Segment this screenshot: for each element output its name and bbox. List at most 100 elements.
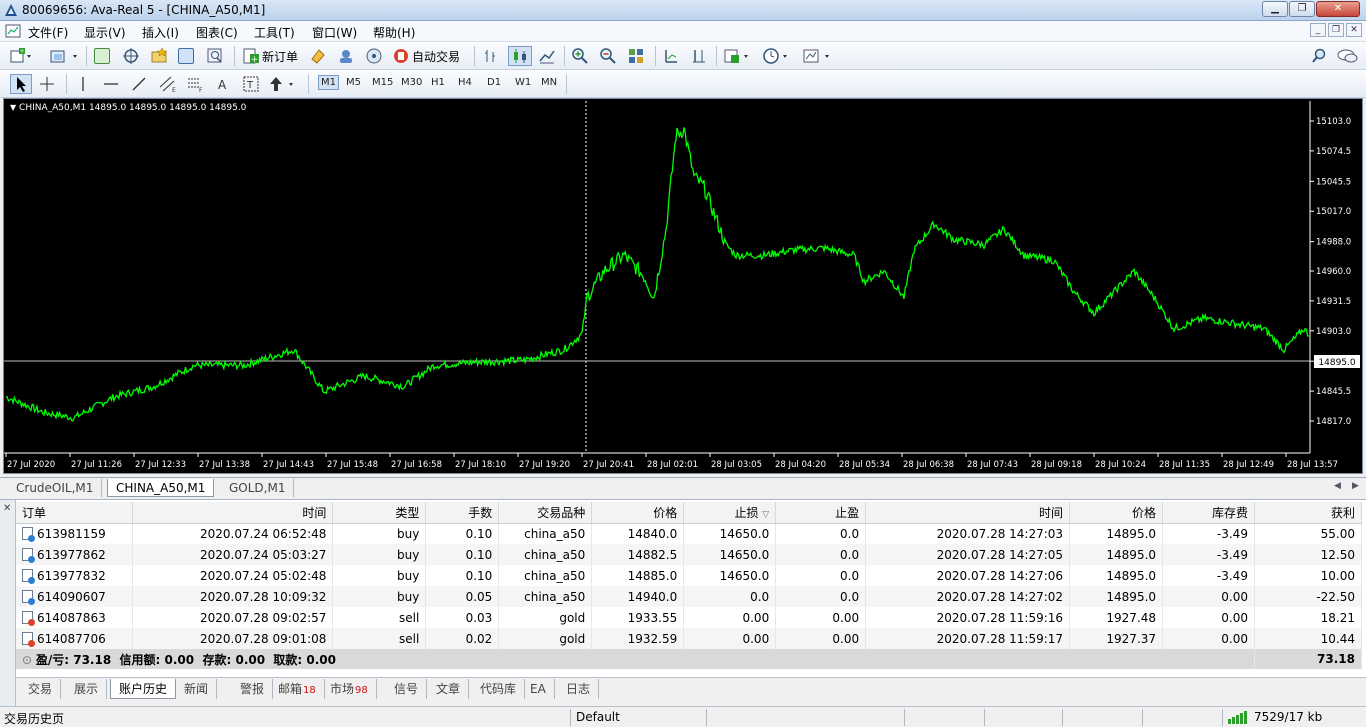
col-open-time[interactable]: 时间 — [132, 502, 334, 524]
terminal-tab-4[interactable]: 警报 — [232, 679, 274, 699]
col-swap[interactable]: 库存费 — [1162, 502, 1255, 524]
trendline-tool[interactable] — [130, 74, 148, 94]
signals-button[interactable] — [337, 46, 355, 66]
table-row[interactable]: 614087706 2020.07.28 09:01:08 sell 0.02 gold… — [16, 628, 1363, 649]
terminal-tab-9[interactable]: 代码库 — [472, 679, 526, 699]
table-cell: 14650.0 — [683, 565, 777, 586]
channel-tool[interactable]: E — [158, 74, 176, 94]
profiles-button[interactable] — [50, 46, 80, 66]
tf-w1[interactable]: W1 — [515, 77, 531, 88]
zoom-in-button[interactable] — [571, 46, 589, 66]
tab-scroll-right-icon[interactable]: ▶ — [1352, 481, 1359, 491]
terminal-button[interactable] — [178, 46, 194, 66]
chat-button[interactable] — [1337, 46, 1359, 66]
menu-file[interactable]: 文件(F) — [28, 24, 68, 41]
bar-chart-button[interactable] — [482, 46, 500, 66]
col-type[interactable]: 类型 — [332, 502, 427, 524]
menu-view[interactable]: 显示(V) — [84, 24, 126, 41]
table-row[interactable]: 613981159 2020.07.24 06:52:48 buy 0.10 china… — [16, 523, 1363, 544]
close-button[interactable]: ✕ — [1316, 1, 1360, 17]
mdi-close-button[interactable]: ✕ — [1346, 23, 1362, 37]
menu-charts[interactable]: 图表(C) — [196, 24, 238, 41]
minimize-button[interactable]: ▁ — [1262, 1, 1288, 17]
menu-insert[interactable]: 插入(I) — [142, 24, 179, 41]
tf-m15[interactable]: M15 — [372, 77, 393, 88]
col-order[interactable]: 订单 — [16, 502, 134, 524]
terminal-tab-10[interactable]: EA — [522, 679, 555, 699]
terminal-tab-3[interactable]: 新闻 — [176, 679, 218, 699]
mdi-restore-button[interactable]: ❐ — [1328, 23, 1344, 37]
autoscroll-button[interactable] — [690, 46, 708, 66]
maximize-button[interactable]: ❐ — [1289, 1, 1315, 17]
mdi-minimize-button[interactable]: _ — [1310, 23, 1326, 37]
chart-tab-gold[interactable]: GOLD,M1 — [221, 479, 295, 497]
terminal-close-icon[interactable]: ✕ — [3, 503, 11, 514]
terminal-tab-6[interactable]: 市场98 — [322, 679, 377, 699]
table-row[interactable]: 613977832 2020.07.24 05:02:48 buy 0.10 china… — [16, 565, 1363, 586]
options-button[interactable] — [365, 46, 383, 66]
menu-tools[interactable]: 工具(T) — [254, 24, 295, 41]
terminal-tab-8[interactable]: 文章 — [428, 679, 470, 699]
navigator-button[interactable] — [122, 46, 140, 66]
tf-h1[interactable]: H1 — [431, 77, 445, 88]
table-row[interactable]: 614087863 2020.07.28 09:02:57 sell 0.03 gold… — [16, 607, 1363, 628]
arrows-tool[interactable] — [268, 74, 298, 94]
line-chart-button[interactable] — [538, 46, 556, 66]
cursor-tool[interactable] — [10, 74, 32, 94]
fibonacci-tool[interactable]: F — [186, 74, 204, 94]
horizontal-line-tool[interactable] — [102, 74, 120, 94]
terminal-side-strip: ✕ — [0, 500, 16, 706]
chart-tab-crudeoil[interactable]: CrudeOIL,M1 — [8, 479, 103, 497]
text-tool[interactable]: A — [214, 74, 232, 94]
search-button[interactable] — [1311, 46, 1327, 66]
terminal-tab-1[interactable]: 展示 — [66, 679, 108, 699]
terminal-tab-5[interactable]: 邮箱18 — [270, 679, 325, 699]
new-order-button[interactable]: + 新订单 — [242, 46, 298, 66]
tile-windows-button[interactable] — [627, 46, 645, 66]
price-chart[interactable]: 15103.0 15074.5 15045.5 15017.0 14988.0 14960… — [3, 98, 1363, 474]
terminal-tab-2[interactable]: 账户历史 — [110, 679, 177, 699]
menu-window[interactable]: 窗口(W) — [312, 24, 357, 41]
navigator-icon — [123, 48, 139, 64]
new-chart-button[interactable]: + — [10, 46, 32, 66]
col-volume[interactable]: 手数 — [425, 502, 500, 524]
vertical-line-tool[interactable] — [74, 74, 92, 94]
chart-menu-icon[interactable]: ▼ — [10, 103, 16, 112]
zoom-out-button[interactable] — [599, 46, 617, 66]
col-open-price[interactable]: 价格 — [591, 502, 685, 524]
col-profit[interactable]: 获利 — [1254, 502, 1363, 524]
table-row[interactable]: 614090607 2020.07.28 10:09:32 buy 0.05 china… — [16, 586, 1363, 607]
col-close-price[interactable]: 价格 — [1069, 502, 1164, 524]
auto-trading-button[interactable]: 自动交易 — [392, 46, 460, 66]
market-watch-button[interactable] — [94, 46, 110, 66]
col-close-time[interactable]: 时间 — [865, 502, 1071, 524]
templates-button[interactable] — [802, 46, 832, 66]
chat-icon — [1337, 49, 1358, 63]
terminal-tab-11[interactable]: 日志 — [558, 679, 600, 699]
tf-m30[interactable]: M30 — [401, 77, 422, 88]
text-label-tool[interactable]: T — [242, 74, 260, 94]
tf-mn[interactable]: MN — [541, 77, 557, 88]
tab-scroll-left-icon[interactable]: ◀ — [1334, 481, 1341, 491]
line-chart-icon — [539, 50, 555, 64]
tf-m1[interactable]: M1 — [318, 75, 339, 90]
periodicity-button[interactable] — [762, 46, 792, 66]
tf-m5[interactable]: M5 — [346, 77, 361, 88]
tf-h4[interactable]: H4 — [458, 77, 472, 88]
menu-help[interactable]: 帮助(H) — [373, 24, 415, 41]
metaeditor-button[interactable] — [309, 46, 327, 66]
tester-button[interactable] — [206, 46, 224, 66]
col-take-profit[interactable]: 止盈 — [775, 502, 867, 524]
data-window-button[interactable] — [150, 46, 168, 66]
chart-shift-button[interactable] — [662, 46, 680, 66]
col-symbol[interactable]: 交易品种 — [498, 502, 593, 524]
col-stop-loss[interactable]: 止损 ▽ — [683, 502, 777, 524]
terminal-tab-0[interactable]: 交易 — [20, 679, 62, 699]
crosshair-tool[interactable] — [38, 74, 56, 94]
candlestick-button[interactable] — [508, 46, 532, 66]
chart-tab-china-a50[interactable]: CHINA_A50,M1 — [107, 479, 215, 497]
terminal-tab-7[interactable]: 信号 — [386, 679, 428, 699]
tf-d1[interactable]: D1 — [487, 77, 501, 88]
table-row[interactable]: 613977862 2020.07.24 05:03:27 buy 0.10 china… — [16, 544, 1363, 565]
indicators-button[interactable] — [723, 46, 753, 66]
